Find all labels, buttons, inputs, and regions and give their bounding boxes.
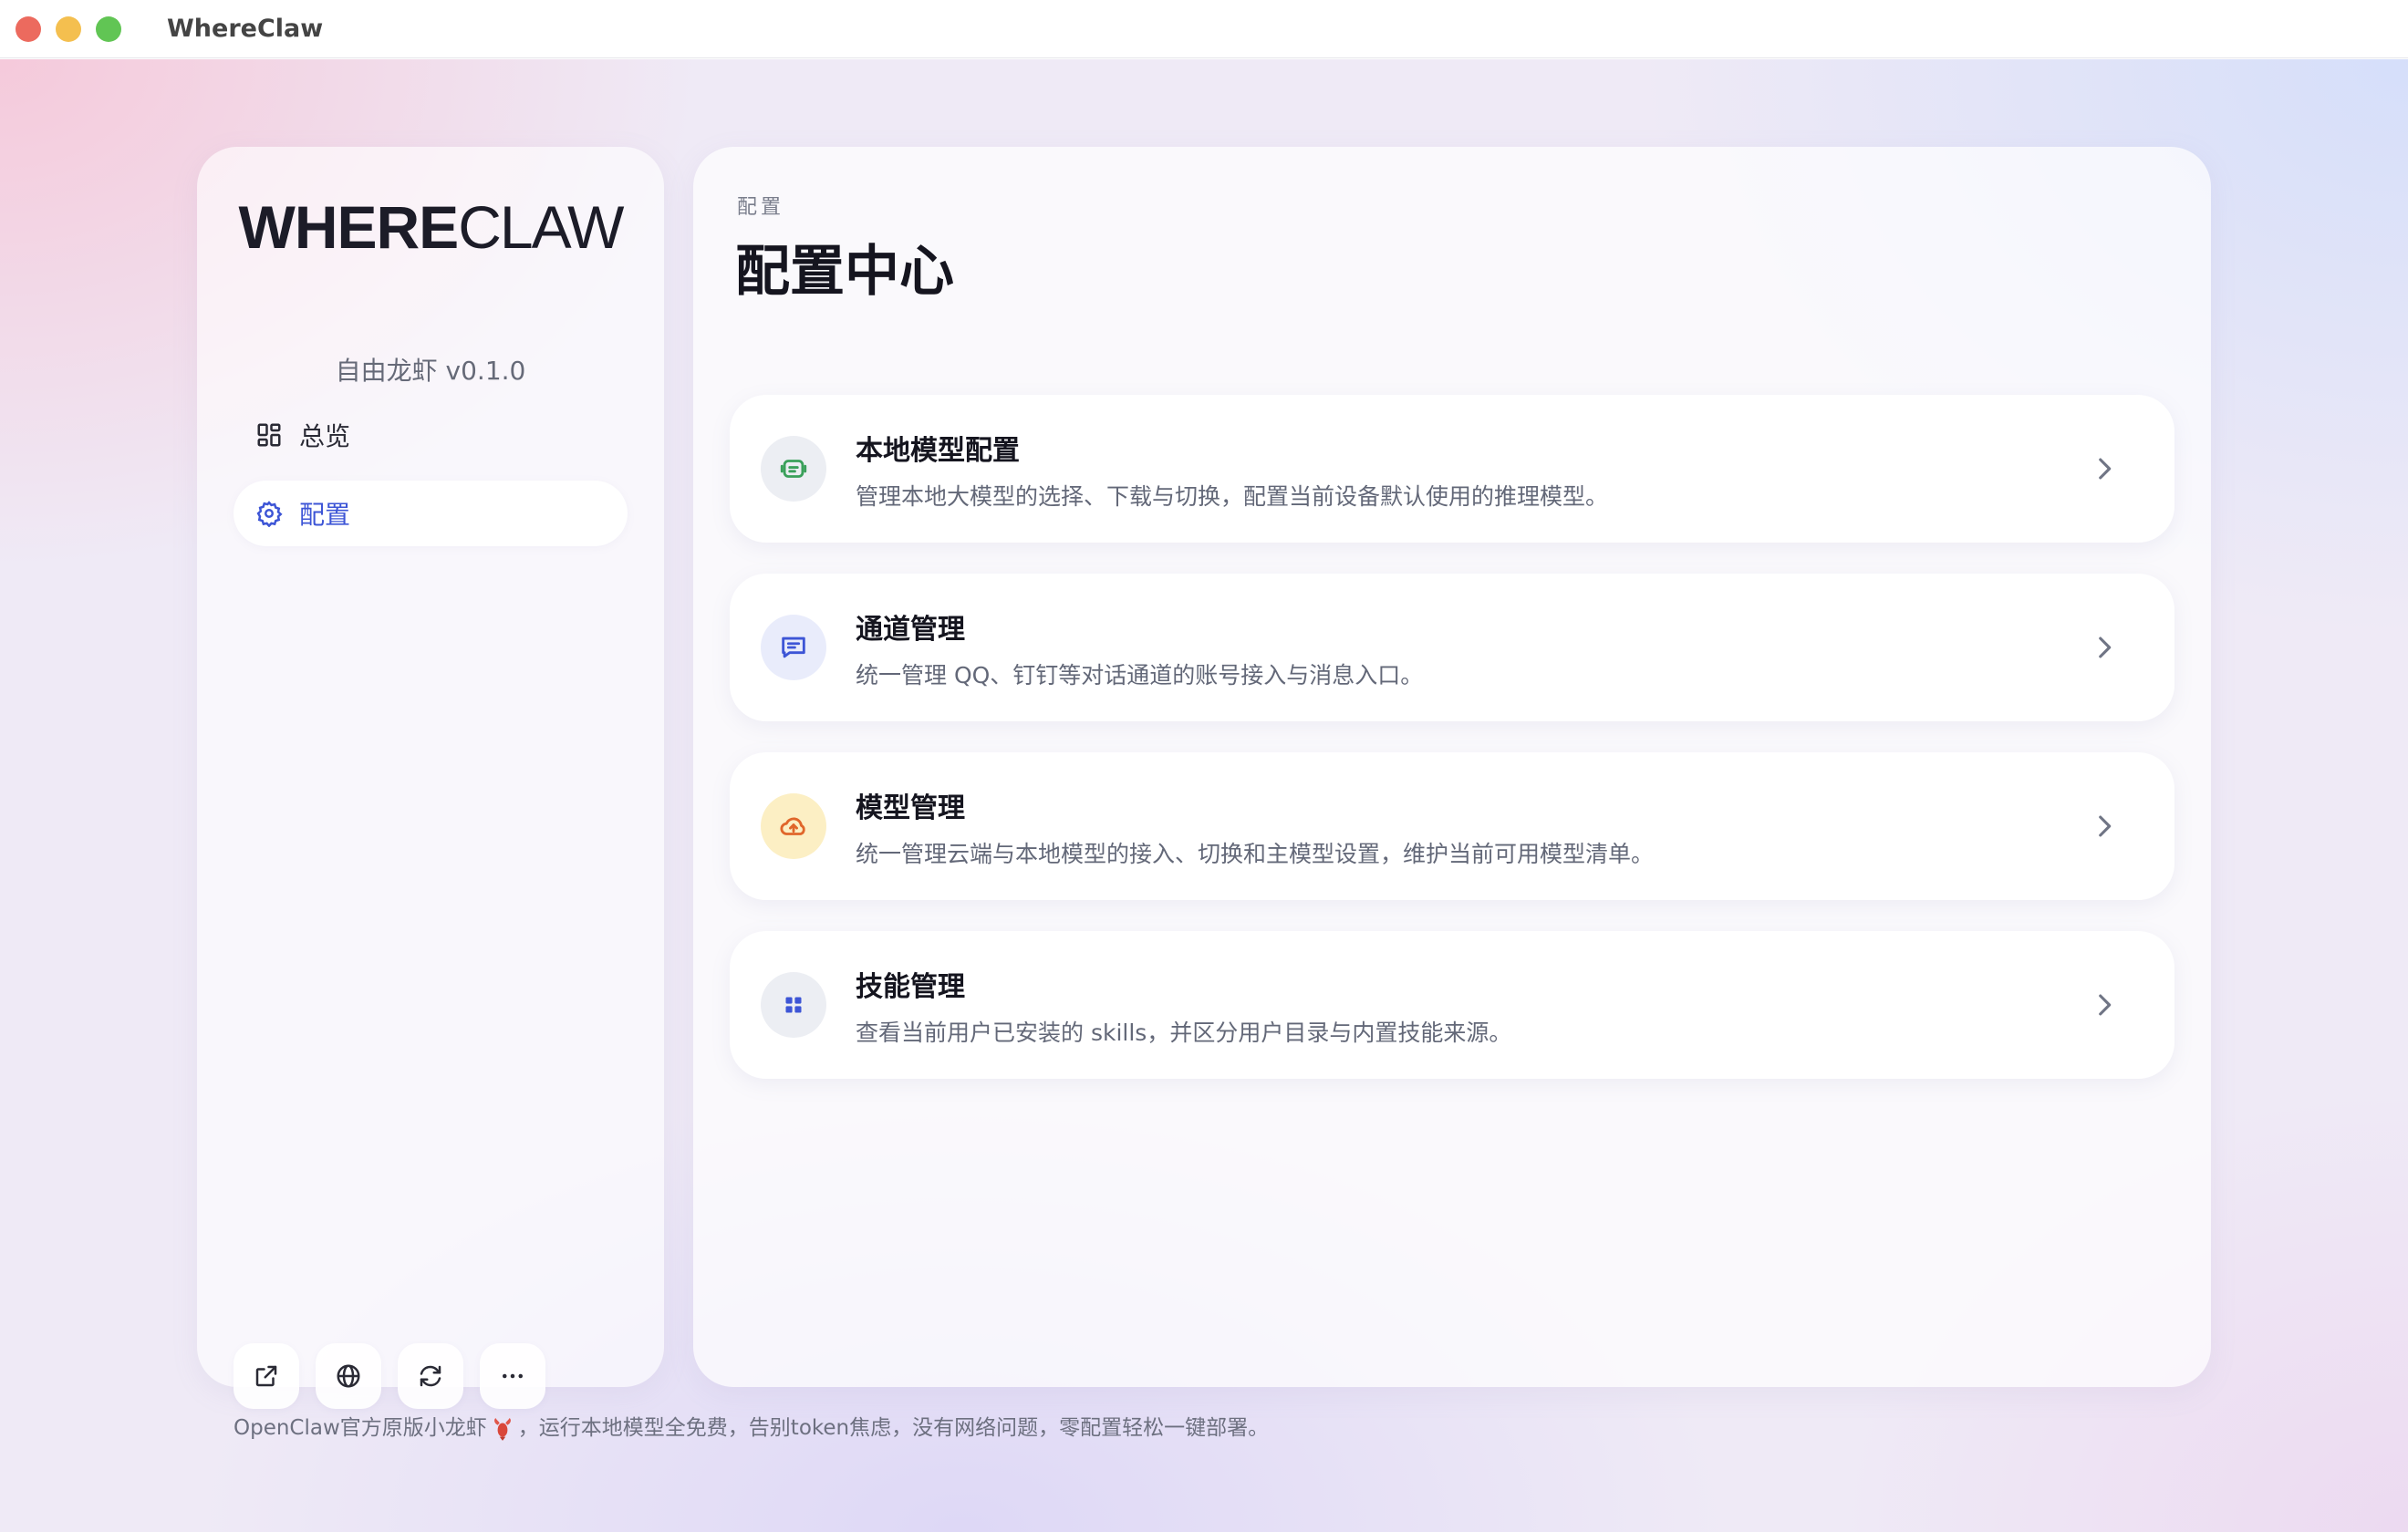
chevron-right-icon xyxy=(2099,815,2112,837)
apps-icon xyxy=(785,997,802,1013)
sidebar-item-overview[interactable]: 总览 xyxy=(234,402,628,468)
chevron-right-icon xyxy=(2099,637,2112,658)
window-title: WhereClaw xyxy=(167,15,324,43)
main-panel: 配置 配置中心 本地模型配置 管理本地大模型的选择、下载与切换，配置当前设备默认… xyxy=(693,147,2211,1387)
chip-icon xyxy=(780,460,807,478)
zoom-window-button[interactable] xyxy=(96,16,121,42)
chevron-right-icon xyxy=(2099,994,2112,1016)
chevron-right-icon xyxy=(2099,458,2112,480)
sidebar-toolbar xyxy=(234,1343,545,1409)
external-link-icon xyxy=(255,1365,277,1387)
language-button[interactable] xyxy=(316,1343,381,1409)
sidebar: WHERECLAW 自由龙虾 v0.1.0 总览 配置 xyxy=(197,147,664,1409)
page-title: 配置中心 xyxy=(735,240,954,304)
refresh-button[interactable] xyxy=(398,1343,463,1409)
footer-text: OpenClaw官方原版小龙虾 xyxy=(234,1416,487,1440)
card-description: 统一管理云端与本地模型的接入、切换和主模型设置，维护当前可用模型清单。 xyxy=(856,841,1655,867)
app-background: WHERECLAW 自由龙虾 v0.1.0 总览 配置 配置 配置中心 本地模型… xyxy=(0,59,2408,1532)
card-title: 本地模型配置 xyxy=(856,435,1020,467)
open-external-button[interactable] xyxy=(234,1343,299,1409)
card-title: 技能管理 xyxy=(856,971,965,1003)
minimize-window-button[interactable] xyxy=(56,16,81,42)
card-description: 统一管理 QQ、钉钉等对话通道的账号接入与消息入口。 xyxy=(856,662,1424,688)
card-title: 模型管理 xyxy=(856,792,965,824)
card-channel-management[interactable]: 通道管理 统一管理 QQ、钉钉等对话通道的账号接入与消息入口。 xyxy=(730,574,2174,721)
breadcrumb: 配置 xyxy=(737,196,785,219)
card-description: 管理本地大模型的选择、下载与切换，配置当前设备默认使用的推理模型。 xyxy=(856,483,1609,510)
card-local-model-config[interactable]: 本地模型配置 管理本地大模型的选择、下载与切换，配置当前设备默认使用的推理模型。 xyxy=(730,395,2174,543)
more-button[interactable] xyxy=(480,1343,545,1409)
app-version: 自由龙虾 v0.1.0 xyxy=(335,356,526,386)
card-skills-management[interactable]: 技能管理 查看当前用户已安装的 skills，并区分用户目录与内置技能来源。 xyxy=(730,931,2174,1079)
sidebar-item-config[interactable]: 配置 xyxy=(234,481,628,546)
card-model-management[interactable]: 模型管理 统一管理云端与本地模型的接入、切换和主模型设置，维护当前可用模型清单。 xyxy=(730,752,2174,900)
cloud-upload-icon xyxy=(780,817,805,835)
footer-tagline: OpenClaw官方原版小龙虾 ，运行本地模型全免费，告别token焦虑，没有网… xyxy=(234,1410,1269,1442)
lobster-icon xyxy=(493,1417,511,1441)
sidebar-item-label: 总览 xyxy=(299,421,351,451)
more-icon xyxy=(503,1373,523,1379)
card-icon-badge xyxy=(761,793,826,859)
grid-icon xyxy=(257,423,281,447)
card-description: 查看当前用户已安装的 skills，并区分用户目录与内置技能来源。 xyxy=(856,1020,1512,1046)
gear-icon xyxy=(256,501,283,527)
window-controls xyxy=(16,16,121,42)
title-bar: WhereClaw xyxy=(0,0,2408,58)
footer-text: ，运行本地模型全免费，告别token焦虑，没有网络问题，零配置轻松一键部署。 xyxy=(517,1416,1270,1440)
close-window-button[interactable] xyxy=(16,16,41,42)
card-icon-badge xyxy=(761,615,826,680)
card-icon-badge xyxy=(761,436,826,502)
refresh-icon xyxy=(420,1365,441,1387)
sidebar-item-label: 配置 xyxy=(299,500,351,530)
chat-icon xyxy=(782,637,805,658)
globe-icon xyxy=(337,1364,360,1388)
card-title: 通道管理 xyxy=(856,614,965,646)
card-icon-badge xyxy=(761,972,826,1038)
app-window: WhereClaw WHERECLAW 自由龙虾 v0.1.0 总览 配置 配置… xyxy=(0,0,2408,1532)
app-logo: WHERECLAW xyxy=(238,193,625,261)
